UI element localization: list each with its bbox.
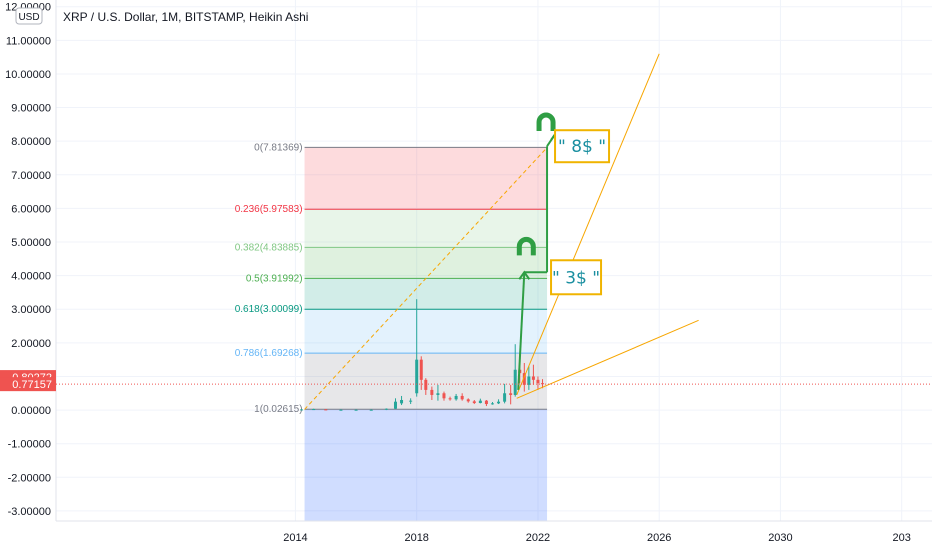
y-tick-label: -3.00000: [8, 506, 51, 518]
candle-body: [448, 398, 452, 400]
currency-button-label[interactable]: USD: [18, 12, 39, 23]
candle-body: [536, 379, 540, 384]
candle-body: [430, 389, 434, 395]
x-tick-label: 2026: [647, 532, 671, 544]
y-tick-label: -1.00000: [8, 439, 51, 451]
candle-body: [312, 409, 316, 411]
fib-level-label: 0(7.81369): [254, 142, 302, 153]
candle-body: [478, 400, 482, 404]
candle-body: [436, 393, 440, 395]
candle-body: [415, 359, 419, 394]
fib-level-label: 1(0.02615): [254, 404, 302, 415]
fib-level-label: 0.236(5.97583): [235, 204, 303, 215]
x-tick-label: 203: [893, 532, 911, 544]
y-tick-label: 2.00000: [11, 338, 51, 350]
y-tick-label: 6.00000: [11, 203, 51, 215]
fib-level-label: 0.618(3.00099): [235, 304, 303, 315]
x-tick-label: 2018: [404, 532, 428, 544]
fib-zone: [304, 409, 548, 521]
candle-body: [497, 401, 501, 404]
y-tick-label: -2.00000: [8, 472, 51, 484]
fib-level-label: 0.786(1.69268): [235, 348, 303, 359]
fib-zone: [304, 309, 548, 354]
price-tag-label: 0.77157: [12, 379, 52, 391]
callout-text: " 8$ ": [558, 137, 606, 157]
candle-body: [393, 401, 397, 409]
candle-body: [324, 409, 328, 411]
x-tick-label: 2030: [768, 532, 792, 544]
y-tick-label: 10.00000: [5, 69, 51, 81]
candle-body: [466, 399, 470, 402]
fib-zone: [304, 247, 548, 279]
candle-body: [531, 376, 535, 380]
candle-body: [513, 369, 517, 395]
fib-level-label: 0.5(3.91992): [246, 273, 303, 284]
y-tick-label: 3.00000: [11, 304, 51, 316]
candle-body: [409, 400, 413, 402]
fib-zone: [304, 278, 548, 310]
candle-body: [384, 408, 388, 410]
candle-body: [354, 409, 358, 411]
candle-body: [419, 359, 423, 380]
candle-body: [442, 393, 446, 399]
candle-body: [484, 400, 488, 405]
fib-level-label: 0.382(4.83885): [235, 242, 303, 253]
candle-body: [527, 376, 531, 385]
candle-body: [454, 395, 458, 400]
fib-zone: [304, 209, 548, 248]
y-tick-label: 5.00000: [11, 237, 51, 249]
callout-text: " 3$ ": [552, 268, 600, 288]
price-chart[interactable]: 0(7.81369) 0.236(5.97583) 0.382(4.83885) 0.…: [0, 0, 932, 550]
candle-body: [472, 401, 476, 404]
x-tick-label: 2014: [283, 532, 307, 544]
y-tick-label: 11.00000: [6, 35, 51, 47]
y-tick-label: 8.00000: [11, 136, 51, 148]
chart-title: XRP / U.S. Dollar, 1M, BITSTAMP, Heikin …: [63, 10, 309, 24]
candle-body: [300, 409, 304, 411]
y-tick-label: 9.00000: [11, 103, 51, 115]
candle-body: [424, 379, 428, 390]
candle-body: [339, 409, 343, 411]
currency-button[interactable]: USD: [15, 7, 43, 25]
candle-body: [490, 403, 494, 405]
x-tick-label: 2022: [526, 532, 550, 544]
fib-zone: [304, 147, 548, 210]
candle-body: [460, 395, 464, 400]
y-tick-label: 4.00000: [11, 271, 51, 283]
y-tick-label: 0.00000: [11, 405, 51, 417]
candle-body: [509, 393, 513, 395]
candle-body: [400, 399, 404, 404]
y-tick-label: 7.00000: [11, 170, 51, 182]
candle-body: [503, 393, 507, 402]
candle-body: [369, 409, 373, 411]
